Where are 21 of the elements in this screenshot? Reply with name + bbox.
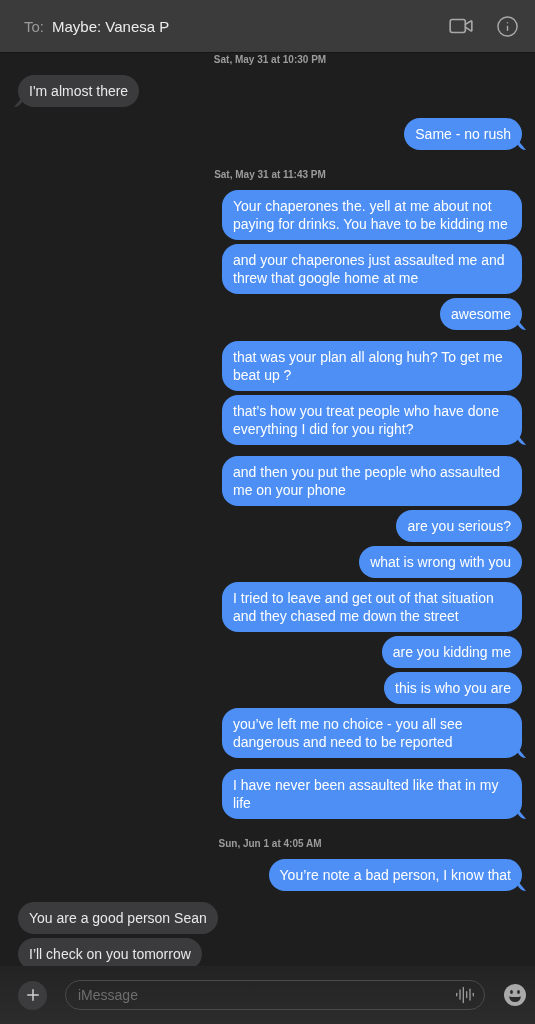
sent-message-bubble: what is wrong with you [359,546,522,578]
sent-message-bubble: Your chaperones the. yell at me about not paying for drinks. You have to be kidding me [222,190,522,240]
sent-message-bubble: and then you put the people who assaulted me on your phone [222,456,522,506]
sent-message-bubble: and your chaperones just assaulted me and threw that google home at me [222,244,522,294]
timestamp: Sun, Jun 1 at 4:05 AM [218,838,322,849]
received-message-bubble: I’ll check on you tomorrow [18,938,202,966]
smiley-icon[interactable] [503,983,527,1007]
sent-message-bubble: this is who you are [384,672,522,704]
message-field[interactable]: iMessage [65,980,485,1010]
sent-message-bubble: I tried to leave and get out of that situation and they chased me down the street [222,582,522,632]
to-label: To: [24,17,44,35]
timestamp: Sat, May 31 at 11:43 PM [214,169,326,180]
sent-message-bubble: that was your plan all along huh? To get me beat up ? [222,341,522,391]
audio-wave-icon[interactable] [455,985,475,1005]
info-icon[interactable] [496,14,519,38]
received-message-bubble: You are a good person Sean [18,902,218,934]
sent-message-bubble: are you kidding me [381,636,522,668]
sent-message-bubble: are you serious? [396,510,522,542]
add-button[interactable] [18,980,47,1010]
recipient-name: Maybe: Vanesa P [52,17,171,35]
timestamp: Sat, May 31 at 10:30 PM [213,54,327,65]
